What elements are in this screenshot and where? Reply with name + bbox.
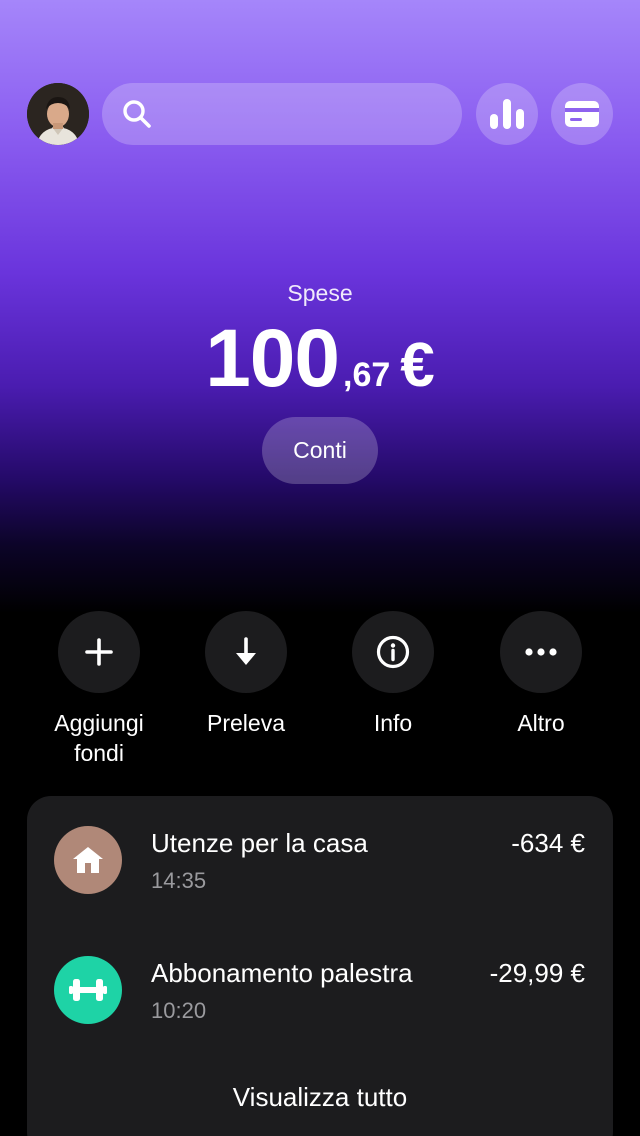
search-icon [123, 100, 151, 128]
info-icon [376, 635, 410, 669]
search-input[interactable] [162, 83, 452, 145]
add-funds-button[interactable] [58, 611, 140, 693]
withdraw-button[interactable] [205, 611, 287, 693]
accounts-button[interactable]: Conti [262, 417, 378, 484]
dumbbell-icon [69, 979, 107, 1001]
transaction-category-badge [54, 956, 122, 1024]
info-action[interactable]: Info [333, 611, 453, 738]
more-action[interactable]: Altro [481, 611, 601, 738]
transaction-time: 10:20 [151, 998, 207, 1023]
plus-icon [85, 638, 113, 666]
credit-card-icon [565, 101, 599, 127]
more-label: Altro [517, 710, 565, 736]
balance-label: Spese [287, 280, 353, 306]
withdraw-action[interactable]: Preleva [186, 611, 306, 738]
avatar[interactable] [27, 83, 89, 145]
transaction-row[interactable]: Abbonamento palestra 10:20 -29,99 € [27, 956, 613, 1036]
transaction-amount: -29,99 € [489, 958, 585, 988]
transaction-time: 14:35 [151, 868, 207, 893]
more-button[interactable] [500, 611, 582, 693]
view-all-link[interactable]: Visualizza tutto [27, 1082, 613, 1113]
more-icon [525, 648, 557, 656]
transaction-amount: -634 € [511, 828, 585, 858]
transaction-title: Abbonamento palestra [151, 958, 413, 988]
transaction-category-badge [54, 826, 122, 894]
analytics-button[interactable] [476, 83, 538, 145]
transaction-row[interactable]: Utenze per la casa 14:35 -634 € [27, 826, 613, 906]
bar-chart-icon [490, 99, 524, 129]
balance-currency: € [400, 331, 435, 400]
add-funds-label: Aggiungi fondi [54, 710, 144, 766]
balance-amount: 100 ,67 € [0, 312, 640, 406]
transactions-card: Utenze per la casa 14:35 -634 € Abboname… [27, 796, 613, 1136]
info-button[interactable] [352, 611, 434, 693]
balance-decimal: ,67 [343, 356, 391, 394]
balance-integer: 100 [205, 313, 340, 404]
withdraw-label: Preleva [207, 710, 285, 736]
arrow-down-icon [236, 637, 256, 665]
cards-button[interactable] [551, 83, 613, 145]
transaction-title: Utenze per la casa [151, 828, 368, 858]
info-label: Info [373, 710, 413, 736]
home-icon [73, 847, 103, 873]
add-funds-action[interactable]: Aggiungi fondi [39, 611, 159, 768]
search-bar[interactable] [102, 83, 462, 145]
user-avatar-icon [27, 83, 89, 145]
